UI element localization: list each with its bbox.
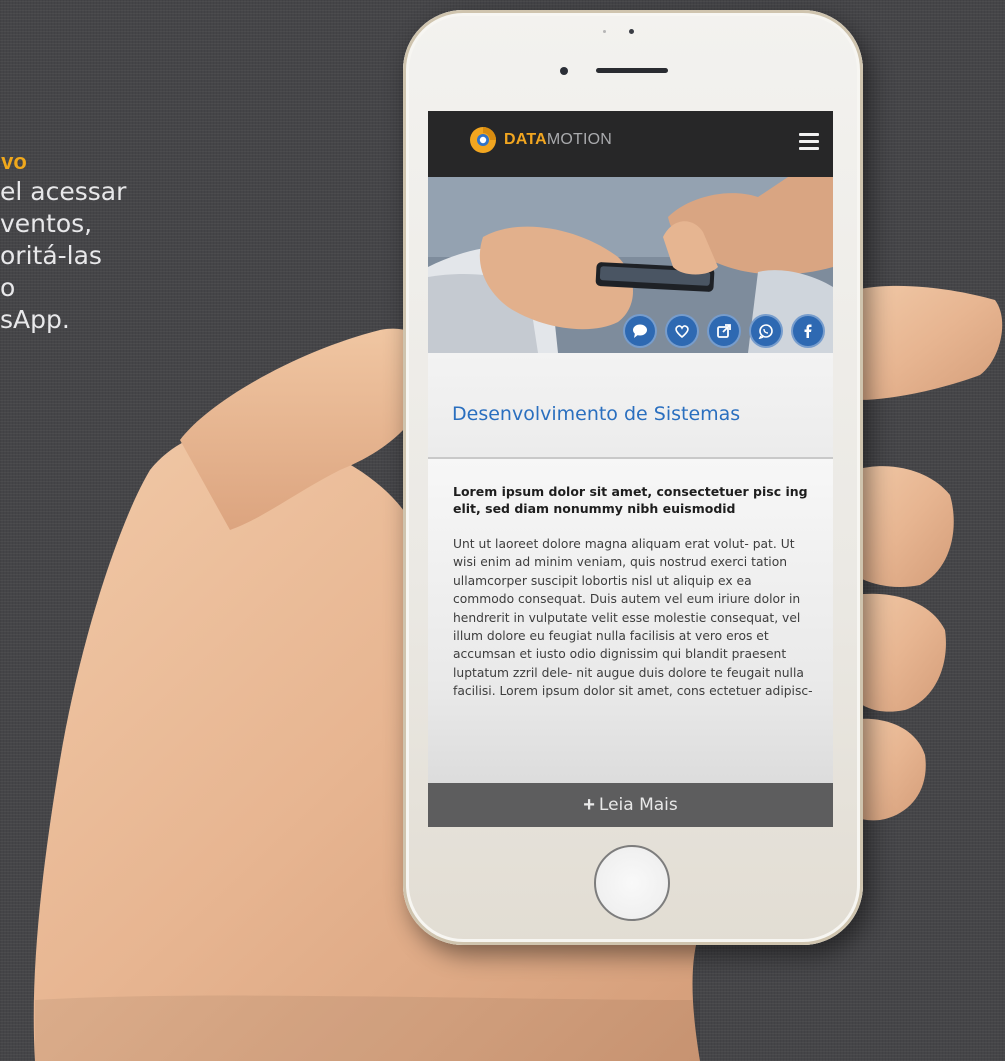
whatsapp-share-button[interactable] (749, 314, 783, 348)
earpiece-speaker (596, 68, 668, 73)
comment-button[interactable] (623, 314, 657, 348)
brand-name: DATAMOTION (504, 131, 612, 149)
light-sensor (629, 29, 634, 34)
article-content: Lorem ipsum dolor sit amet, consectetuer… (428, 459, 833, 786)
article-title-band: Desenvolvimento de Sistemas (428, 353, 833, 459)
whatsapp-icon (758, 324, 773, 339)
plus-icon: + (583, 793, 595, 816)
comment-icon (633, 324, 647, 338)
hero-image (428, 177, 833, 353)
external-link-icon (717, 324, 731, 338)
article-body: Unt ut laoreet dolore magna aliquam erat… (453, 537, 813, 699)
read-more-label: Leia Mais (598, 795, 678, 815)
read-more-button[interactable]: + Leia Mais (428, 783, 833, 827)
brand-name-motion: MOTION (546, 131, 613, 148)
heart-icon (675, 325, 689, 339)
share-buttons (623, 314, 825, 348)
app-header: DATAMOTION (428, 111, 833, 177)
open-link-button[interactable] (707, 314, 741, 348)
app-logo[interactable]: DATAMOTION (468, 125, 612, 155)
proximity-sensor (603, 30, 606, 33)
brand-name-data: DATA (504, 131, 547, 148)
facebook-icon (804, 324, 812, 338)
phone-screen: DATAMOTION Desenvolvimento de Sistemas L… (428, 111, 833, 827)
home-button[interactable] (594, 845, 670, 921)
article-title[interactable]: Desenvolvimento de Sistemas (452, 403, 740, 425)
hamburger-menu-icon[interactable] (799, 133, 819, 150)
datamotion-logo-icon (470, 127, 496, 153)
article-lead: Lorem ipsum dolor sit amet, consectetuer… (453, 484, 808, 516)
favorite-button[interactable] (665, 314, 699, 348)
facebook-share-button[interactable] (791, 314, 825, 348)
front-camera (560, 67, 568, 75)
